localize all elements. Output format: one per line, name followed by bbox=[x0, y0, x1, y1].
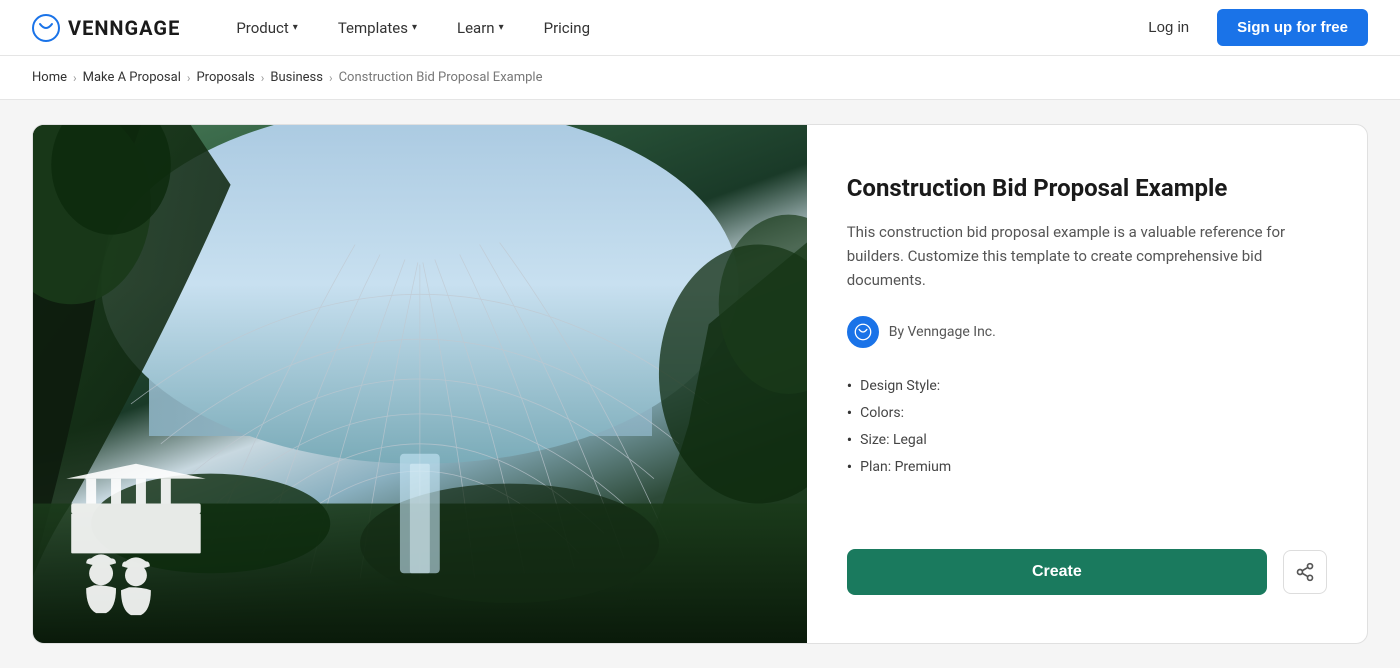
venngage-logo-icon bbox=[32, 14, 60, 42]
breadcrumb-proposals[interactable]: Proposals bbox=[196, 70, 254, 85]
template-info: Construction Bid Proposal Example This c… bbox=[807, 125, 1367, 643]
breadcrumb-make-proposal[interactable]: Make A Proposal bbox=[83, 70, 181, 85]
login-button[interactable]: Log in bbox=[1132, 11, 1205, 44]
breadcrumb-current: Construction Bid Proposal Example bbox=[339, 70, 543, 85]
template-details: Design Style: Colors: Size: Legal Plan: … bbox=[847, 376, 1327, 484]
main-nav: Product ▾ Templates ▾ Learn ▾ Pricing bbox=[220, 11, 1132, 45]
main-content: Construction Bid Proposal Example This c… bbox=[0, 100, 1400, 668]
share-icon bbox=[1295, 562, 1315, 582]
breadcrumb-sep-1: › bbox=[73, 71, 77, 85]
detail-colors: Colors: bbox=[847, 403, 1327, 422]
breadcrumb: Home › Make A Proposal › Proposals › Bus… bbox=[0, 56, 1400, 100]
chevron-down-icon: ▾ bbox=[499, 22, 504, 33]
breadcrumb-sep-3: › bbox=[261, 71, 265, 85]
action-row: Create bbox=[847, 549, 1327, 595]
author-name: By Venngage Inc. bbox=[889, 324, 996, 340]
dome-svg bbox=[33, 125, 807, 643]
breadcrumb-sep-2: › bbox=[187, 71, 191, 85]
detail-design-style: Design Style: bbox=[847, 376, 1327, 395]
nav-pricing[interactable]: Pricing bbox=[528, 11, 606, 45]
logo-link[interactable]: VENNGAGE bbox=[32, 14, 180, 42]
create-button[interactable]: Create bbox=[847, 549, 1267, 595]
logo-text: VENNGAGE bbox=[68, 16, 180, 40]
template-description: This construction bid proposal example i… bbox=[847, 220, 1327, 292]
detail-plan: Plan: Premium bbox=[847, 457, 1327, 476]
chevron-down-icon: ▾ bbox=[412, 22, 417, 33]
author-avatar bbox=[847, 316, 879, 348]
template-card: Construction Bid Proposal Example This c… bbox=[32, 124, 1368, 644]
nav-learn[interactable]: Learn ▾ bbox=[441, 11, 520, 45]
breadcrumb-sep-4: › bbox=[329, 71, 333, 85]
author-row: By Venngage Inc. bbox=[847, 316, 1327, 348]
preview-image bbox=[33, 125, 807, 643]
nav-product[interactable]: Product ▾ bbox=[220, 11, 313, 45]
breadcrumb-home[interactable]: Home bbox=[32, 70, 67, 85]
breadcrumb-business[interactable]: Business bbox=[270, 70, 323, 85]
template-title: Construction Bid Proposal Example bbox=[847, 173, 1327, 204]
header-actions: Log in Sign up for free bbox=[1132, 9, 1368, 46]
nav-templates[interactable]: Templates ▾ bbox=[322, 11, 433, 45]
chevron-down-icon: ▾ bbox=[293, 22, 298, 33]
main-header: VENNGAGE Product ▾ Templates ▾ Learn ▾ P… bbox=[0, 0, 1400, 56]
template-preview bbox=[33, 125, 807, 643]
detail-size: Size: Legal bbox=[847, 430, 1327, 449]
signup-button[interactable]: Sign up for free bbox=[1217, 9, 1368, 46]
share-button[interactable] bbox=[1283, 550, 1327, 594]
